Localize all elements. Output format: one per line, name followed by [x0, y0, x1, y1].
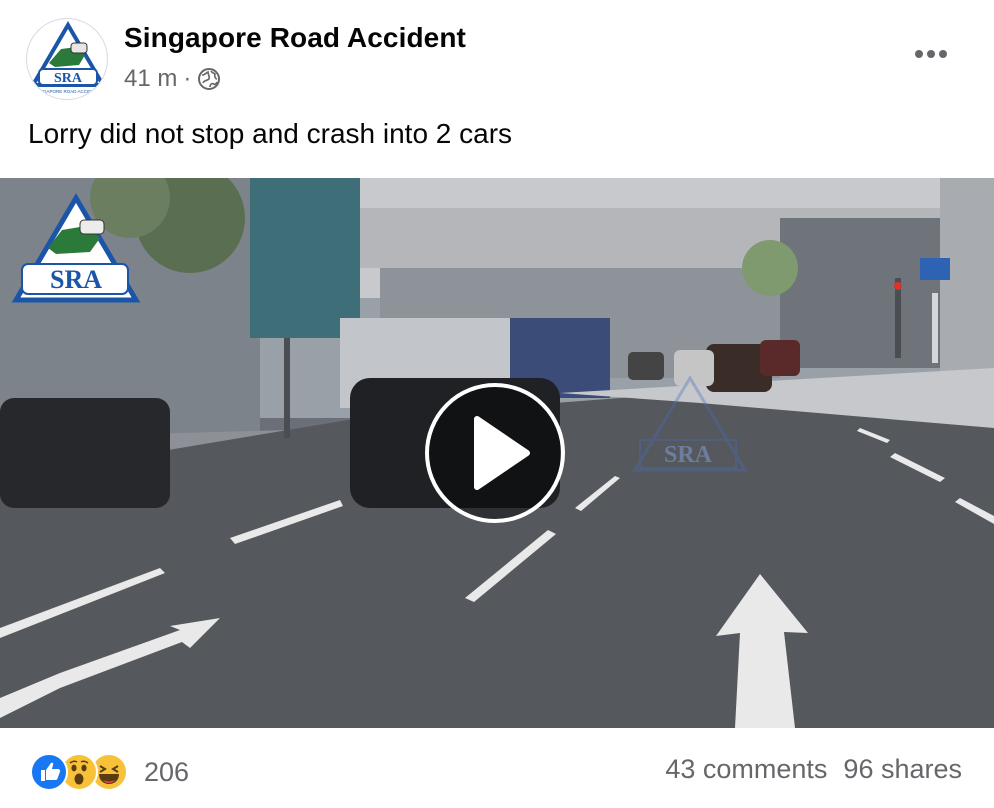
meta-separator: · [183, 65, 192, 92]
more-options-icon [915, 50, 923, 58]
engagement-stats: 43 comments 96 shares [665, 754, 962, 785]
like-icon [30, 753, 68, 791]
more-options-icon-dot [939, 50, 947, 58]
post-meta: 41 m · [124, 64, 221, 94]
avatar-logo-subtext: SINGAPORE ROAD ACCIDENT [35, 89, 100, 94]
reaction-count: 206 [144, 756, 190, 787]
more-options-button[interactable] [908, 40, 954, 68]
globe-icon[interactable] [197, 67, 221, 91]
comments-count-link[interactable]: 43 comments [665, 754, 827, 785]
more-options-icon-dot [927, 50, 935, 58]
sra-logo-icon: SRA SINGAPORE ROAD ACCIDENT [29, 21, 107, 94]
page-name-link[interactable]: Singapore Road Accident [124, 22, 466, 54]
reaction-summary[interactable]: 206 [30, 752, 189, 792]
video-logo-text: SRA [50, 265, 102, 294]
post-time[interactable]: 41 m [124, 65, 177, 93]
post-header: SRA SINGAPORE ROAD ACCIDENT Singapore Ro… [0, 0, 994, 110]
play-button[interactable] [425, 383, 565, 523]
play-icon [474, 416, 530, 490]
shares-count-link[interactable]: 96 shares [843, 754, 962, 785]
video-player[interactable]: SRA SRA [0, 178, 994, 728]
post-footer: 206 43 comments 96 shares [0, 740, 994, 804]
page-avatar[interactable]: SRA SINGAPORE ROAD ACCIDENT [26, 18, 108, 100]
avatar-logo-text: SRA [54, 71, 83, 86]
video-watermark-text: SRA [664, 442, 713, 468]
post-text: Lorry did not stop and crash into 2 cars [28, 118, 513, 149]
